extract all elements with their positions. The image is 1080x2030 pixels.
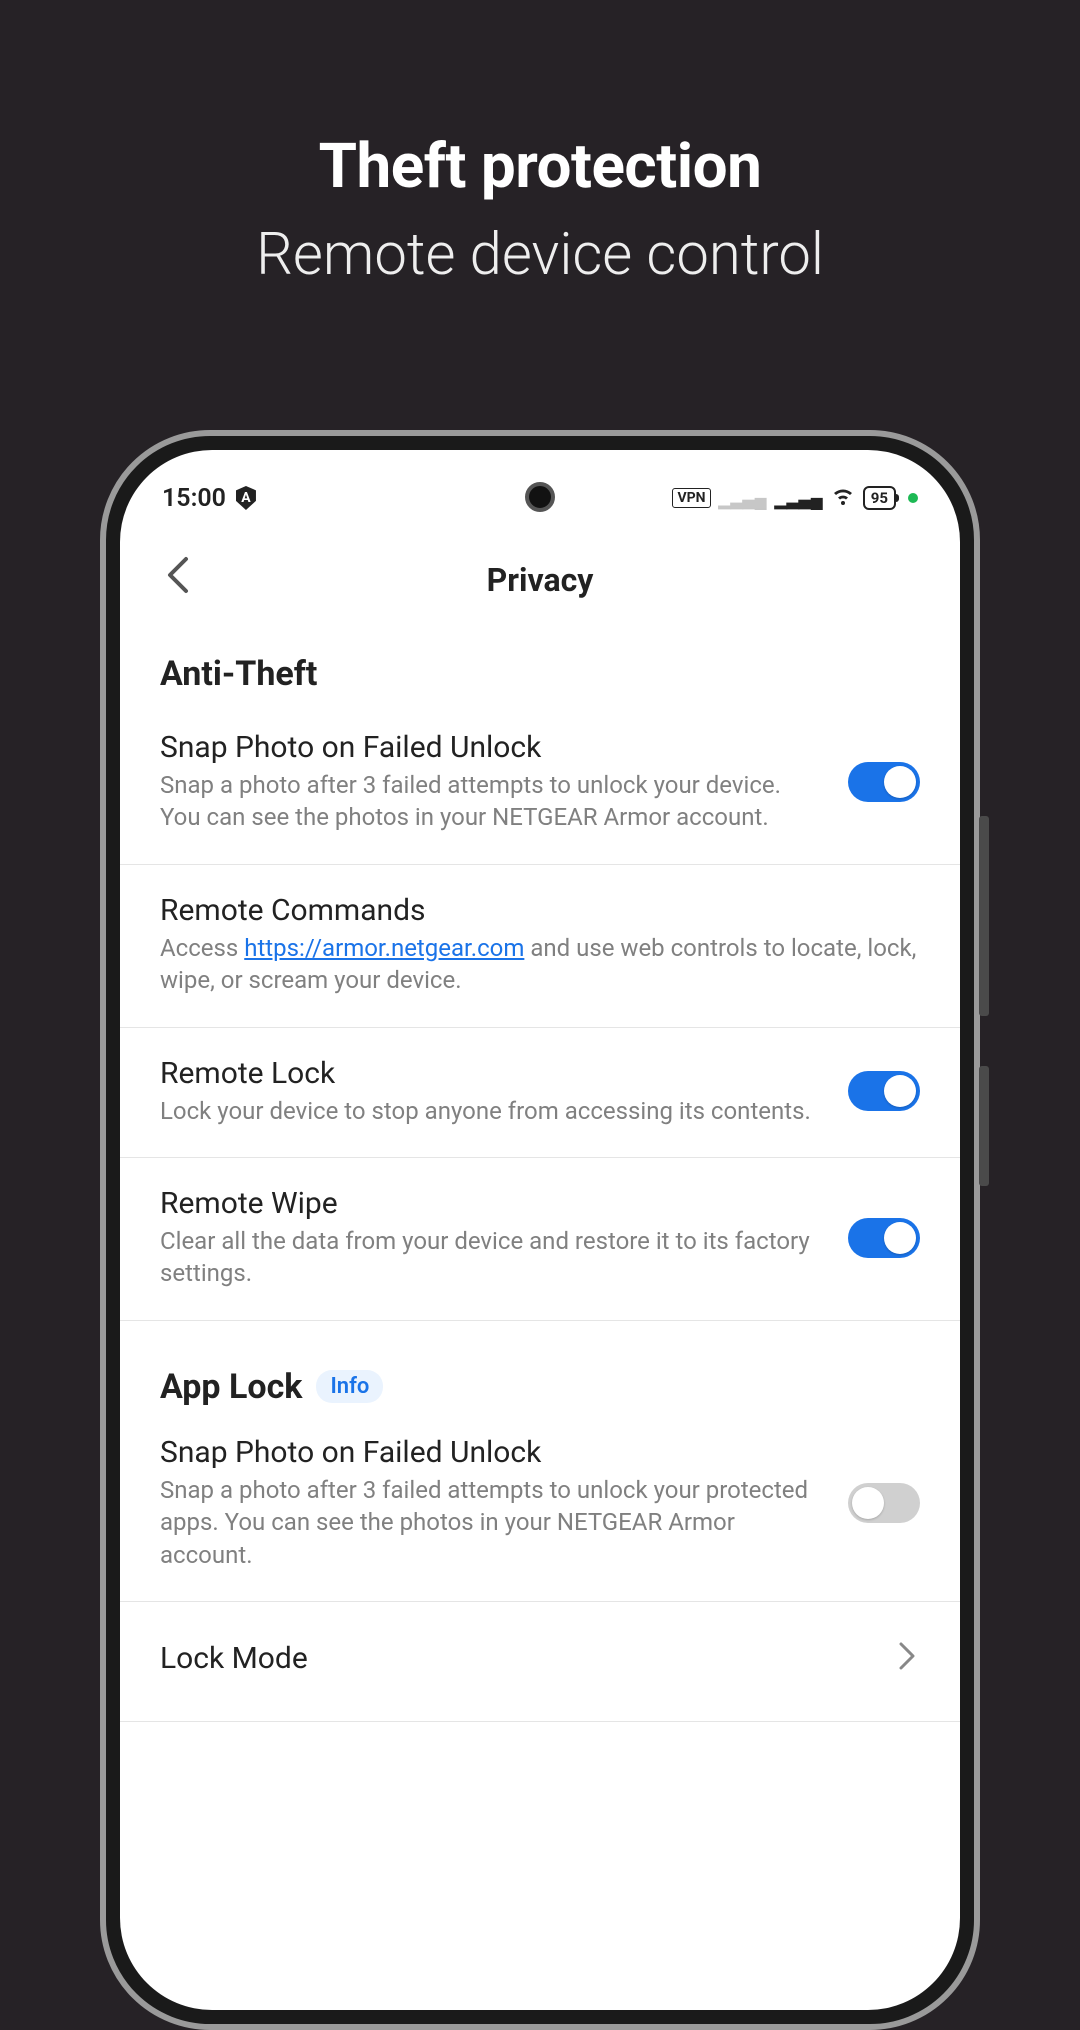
section-app-lock: App Lock Info — [120, 1321, 960, 1407]
promo-title: Theft protection — [0, 130, 1080, 203]
info-badge[interactable]: Info — [316, 1370, 383, 1403]
snap-photo-toggle[interactable] — [848, 762, 920, 802]
wifi-icon — [831, 483, 855, 514]
setting-desc: Snap a photo after 3 failed attempts to … — [160, 769, 824, 834]
setting-text: Snap Photo on Failed Unlock Snap a photo… — [160, 1435, 824, 1571]
setting-text: Remote Lock Lock your device to stop any… — [160, 1056, 824, 1127]
privacy-dot-icon — [908, 493, 918, 503]
setting-title: Snap Photo on Failed Unlock — [160, 1435, 824, 1470]
setting-desc: Snap a photo after 3 failed attempts to … — [160, 1474, 824, 1571]
setting-text: Remote Commands Access https://armor.net… — [160, 893, 920, 997]
back-button[interactable] — [156, 546, 198, 614]
phone-screen: 15:00 A VPN ▁▂▃▄ ▁▂▃▄ 95 Privacy A — [120, 450, 960, 2010]
shield-icon: A — [236, 486, 256, 510]
camera-cutout — [525, 482, 555, 512]
phone-mockup: 15:00 A VPN ▁▂▃▄ ▁▂▃▄ 95 Privacy A — [100, 430, 980, 2030]
setting-title: Snap Photo on Failed Unlock — [160, 730, 824, 765]
setting-lock-mode[interactable]: Lock Mode — [120, 1602, 960, 1722]
section-title-label: Anti-Theft — [160, 654, 317, 694]
setting-remote-lock[interactable]: Remote Lock Lock your device to stop any… — [120, 1028, 960, 1158]
setting-text: Remote Wipe Clear all the data from your… — [160, 1186, 824, 1290]
remote-lock-toggle[interactable] — [848, 1071, 920, 1111]
status-left: 15:00 A — [162, 484, 256, 513]
volume-button — [979, 816, 989, 1016]
promo-header: Theft protection Remote device control — [0, 0, 1080, 289]
section-anti-theft: Anti-Theft — [120, 626, 960, 702]
app-header: Privacy — [120, 534, 960, 626]
signal-strong-icon: ▁▂▃▄ — [775, 485, 823, 511]
setting-remote-commands[interactable]: Remote Commands Access https://armor.net… — [120, 865, 960, 1028]
setting-remote-wipe[interactable]: Remote Wipe Clear all the data from your… — [120, 1158, 960, 1321]
battery-icon: 95 — [863, 486, 896, 510]
setting-title: Remote Wipe — [160, 1186, 824, 1221]
setting-text: Lock Mode — [160, 1641, 874, 1680]
app-snap-photo-toggle[interactable] — [848, 1483, 920, 1523]
setting-desc: Lock your device to stop anyone from acc… — [160, 1095, 824, 1127]
armor-link[interactable]: https://armor.netgear.com — [244, 934, 524, 962]
setting-app-snap-photo[interactable]: Snap Photo on Failed Unlock Snap a photo… — [120, 1407, 960, 1602]
setting-desc: Access https://armor.netgear.com and use… — [160, 932, 920, 997]
section-title-label: App Lock — [160, 1367, 302, 1407]
setting-text: Snap Photo on Failed Unlock Snap a photo… — [160, 730, 824, 834]
setting-title: Remote Commands — [160, 893, 920, 928]
signal-weak-icon: ▁▂▃▄ — [719, 485, 767, 511]
clock: 15:00 — [162, 484, 226, 513]
setting-desc: Clear all the data from your device and … — [160, 1225, 824, 1290]
status-right: VPN ▁▂▃▄ ▁▂▃▄ 95 — [672, 483, 918, 514]
chevron-right-icon — [898, 1640, 920, 1680]
page-title: Privacy — [487, 561, 594, 599]
power-button — [979, 1066, 989, 1186]
vpn-icon: VPN — [672, 488, 710, 508]
setting-title: Lock Mode — [160, 1641, 874, 1676]
remote-wipe-toggle[interactable] — [848, 1218, 920, 1258]
promo-subtitle: Remote device control — [0, 221, 1080, 289]
settings-content[interactable]: Anti-Theft Snap Photo on Failed Unlock S… — [120, 626, 960, 1722]
setting-title: Remote Lock — [160, 1056, 824, 1091]
setting-snap-photo-unlock[interactable]: Snap Photo on Failed Unlock Snap a photo… — [120, 702, 960, 865]
